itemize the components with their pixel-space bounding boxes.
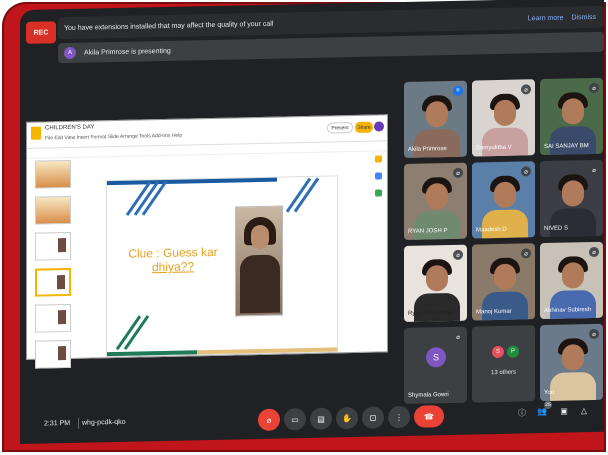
doc-title: CHILDREN'S DAY [45, 124, 95, 132]
slides-logo-icon [31, 126, 41, 140]
participant-name: Abhinav Subiresh [544, 307, 592, 315]
activities-button[interactable]: △ [578, 406, 590, 418]
slide-decoration [187, 347, 337, 355]
raise-hand-button[interactable]: ✋ [336, 406, 358, 430]
participant-tile[interactable]: S ⌀ Shymala Gowri [404, 326, 467, 404]
others-tile[interactable]: S P 13 others [472, 325, 535, 403]
more-options-button[interactable]: ⋮ [388, 405, 410, 429]
present-icon: ⊡ [369, 413, 377, 423]
slide-thumbnails [31, 159, 73, 369]
chat-icon: ▣ [560, 406, 568, 416]
slide-thumbnail-selected [35, 267, 71, 297]
info-button[interactable]: ⓘ [516, 407, 528, 419]
participant-tile[interactable]: ⌀ Maadesh D [472, 161, 535, 239]
others-count: 13 others [490, 369, 517, 377]
avatar-initial: S [492, 345, 504, 359]
presenting-text: Akila Primrose is presenting [84, 47, 171, 57]
participants-count-badge: 25 [544, 400, 552, 410]
participant-tile[interactable]: ⌀ RYAN JOSH P [404, 162, 467, 240]
participant-name: Shymala Gowri [408, 392, 449, 399]
meeting-code: whg-pcdk-qko [82, 418, 126, 427]
participant-name: You [544, 389, 555, 397]
participant-tile[interactable]: ⌀ SAI SANJAY BM [540, 77, 603, 156]
dismiss-link[interactable]: Dismiss [572, 13, 597, 21]
slide-thumbnail [35, 231, 71, 261]
slide-thumbnail [35, 195, 71, 225]
rec-label: REC [33, 28, 49, 37]
participant-tile[interactable]: ≡ Akila Primrose [404, 80, 467, 158]
participant-name: Akila Primrose [408, 146, 447, 153]
leave-call-button[interactable]: ☎ [414, 405, 444, 428]
participant-name: NIVED S [544, 225, 569, 233]
slide-thumbnail [35, 159, 71, 189]
participant-name: SAI SANJAY BM [544, 143, 589, 151]
slides-side-panel [375, 155, 383, 206]
participant-name: Maadesh D [476, 226, 507, 234]
info-icon: ⓘ [518, 408, 526, 418]
participant-name: Samyuktha V [476, 144, 512, 152]
more-vert-icon: ⋮ [395, 412, 403, 422]
captions-icon: ▤ [317, 414, 325, 424]
slide-canvas: Clue : Guess kar dhiya?? [107, 176, 337, 357]
share-button: Share [355, 121, 373, 133]
participant-name: Manoj Kumar [476, 308, 512, 316]
slide-thumbnail [35, 303, 71, 333]
participant-tile[interactable]: ⌀ NIVED S [540, 159, 603, 238]
others-avatars: S P [492, 345, 522, 359]
clue-line-2: dhiya?? [151, 259, 195, 275]
self-tile[interactable]: ⌀ You [540, 323, 603, 402]
slide-clue-text: Clue : Guess kar dhiya?? [123, 245, 223, 275]
participant-tile[interactable]: ⌀ Samyuktha V [472, 79, 535, 157]
camera-icon: ▭ [291, 414, 299, 424]
participant-name: RYAN JOSH P [408, 228, 448, 235]
avatar-initial: P [507, 345, 519, 358]
activities-icon: △ [580, 406, 588, 416]
mic-off-icon: ⌀ [266, 415, 272, 425]
slide-decoration [107, 350, 197, 357]
meeting-time: 2:31 PM [44, 419, 71, 428]
participant-name: Ryan Siju Kurian [408, 309, 453, 317]
participant-avatar: S [426, 347, 446, 368]
people-button[interactable]: 👥 25 [536, 400, 552, 419]
camera-toggle-button[interactable]: ▭ [284, 408, 306, 431]
chat-button[interactable]: ▣ [558, 406, 570, 418]
slides-menu: File Edit View Insert Format Slide Arran… [45, 132, 183, 142]
slide-photo [235, 205, 283, 317]
learn-more-link[interactable]: Learn more [528, 14, 564, 22]
notice-message: You have extensions installed that may a… [64, 20, 274, 32]
phone-hangup-icon: ☎ [424, 411, 434, 422]
participant-tile[interactable]: ⌀ Abhinav Subiresh [540, 241, 603, 320]
presenter-avatar: A [64, 46, 76, 60]
participant-tile[interactable]: ⌀ Ryan Siju Kurian [404, 244, 467, 322]
mic-toggle-button[interactable]: ⌀ [258, 408, 280, 432]
participant-tile[interactable]: ⌀ Manoj Kumar [472, 243, 535, 321]
recording-badge: REC [26, 21, 56, 44]
participant-grid: ≡ Akila Primrose ⌀ Samyuktha V ⌀ SAI SAN… [404, 77, 604, 404]
slide-decoration [107, 177, 277, 186]
captions-button[interactable]: ▤ [310, 407, 332, 430]
meet-window: REC You have extensions installed that m… [20, 0, 604, 445]
mic-off-icon: ⌀ [453, 331, 463, 342]
user-avatar [374, 121, 384, 132]
divider [78, 417, 79, 429]
shared-screen: CHILDREN'S DAY File Edit View Insert For… [26, 114, 388, 369]
clue-line-1: Clue : Guess kar [128, 244, 218, 261]
present-now-button[interactable]: ⊡ [362, 406, 384, 429]
slide-thumbnail [35, 339, 71, 369]
present-button: Present [327, 122, 353, 134]
hand-icon: ✋ [342, 413, 352, 423]
